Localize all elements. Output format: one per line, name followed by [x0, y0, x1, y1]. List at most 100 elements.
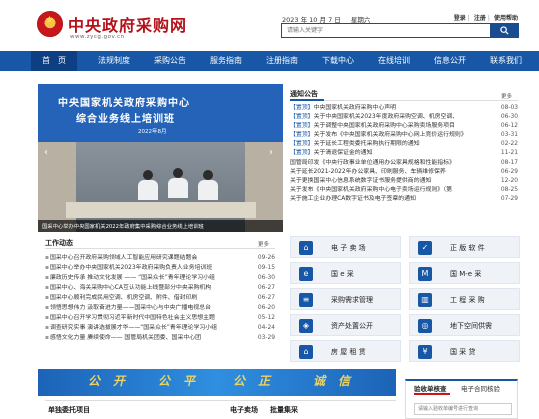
service-tile[interactable]: e国 e 采: [290, 262, 401, 284]
service-tile[interactable]: ◈ 资产处置公开: [290, 314, 401, 336]
service-label: 采购需求管理: [331, 296, 373, 304]
cart-icon: ⌂: [299, 241, 313, 255]
banner-word: 公: [233, 374, 248, 388]
notice-divider-accent: [290, 99, 324, 101]
bullet-icon: ▪: [45, 265, 49, 272]
work-item[interactable]: ▪ 廉政历史传承 推动文化发展 —— “国采众长”青年理论学习小组 06-30: [45, 273, 275, 283]
nav-training[interactable]: 在线培训: [368, 51, 420, 71]
work-item[interactable]: ▪ 国采中心、海关采购中心CA互认功能上线暨部分中央采购机构 06-27: [45, 283, 275, 293]
work-item[interactable]: ▪ 调查研究实事 演讲选拔展才华——“国采众长”青年理论学习小组 04-24: [45, 323, 275, 333]
nav-home[interactable]: 首 页: [31, 51, 77, 71]
work-item-date: 06-20: [257, 305, 275, 312]
slide-person: [198, 170, 218, 200]
service-tile[interactable]: ¥ 国 采 贷: [409, 340, 520, 362]
notice-item[interactable]: 关于延长2021-2022年办公家具、印刷服务、车辆维修保养 06-29: [290, 168, 518, 177]
list-icon: ≡: [299, 293, 313, 307]
service-tile[interactable]: ⌂ 电 子 卖 场: [290, 236, 401, 258]
pinned-tag: 【置顶】: [290, 132, 314, 139]
tab-contract-verify[interactable]: 电子合同核验: [461, 383, 500, 393]
tab-bulk-purchase[interactable]: 批量集采: [270, 405, 298, 415]
pinned-tag: 【置顶】: [290, 114, 314, 121]
work-item[interactable]: ▪ 国采中心召开政府采购领域人工智能应用研究课题结题会 09-26: [45, 253, 275, 263]
work-list: ▪ 国采中心召开政府采购领域人工智能应用研究课题结题会 09-26 ▪ 国采中心举办中央…: [45, 253, 275, 343]
notice-item[interactable]: 国管局印发《中央行政事业单位通用办公家具规格和性能指标》 08-17: [290, 159, 518, 168]
slide-banner-date: 2022年8月: [138, 129, 167, 135]
slider-prev-arrow[interactable]: ‹: [42, 146, 50, 160]
notice-item-date: 03-31: [500, 132, 518, 139]
notice-item[interactable]: 【置顶】关于清退保证金的通知 11-21: [290, 149, 518, 158]
notice-item-date: 08-17: [500, 159, 518, 166]
notice-item-date: 12-20: [500, 177, 518, 184]
work-item-title: 领悟思想伟力 汲取奋进力量——国采中心与中央广播电视总台: [50, 305, 211, 312]
notice-item[interactable]: 关于发布《中央国家机关政府采购中心电子卖场运行规则》（第 08-25: [290, 186, 518, 195]
nav-register-guide[interactable]: 注册指南: [256, 51, 308, 71]
notice-item-text: 关于延长2021-2022年办公家具、印刷服务、车辆维修保养: [290, 168, 480, 177]
search-input[interactable]: [282, 24, 490, 37]
nav-regulations[interactable]: 法规制度: [88, 51, 140, 71]
work-item[interactable]: ▪ 领悟思想伟力 汲取奋进力量——国采中心与中央广播电视总台 06-20: [45, 303, 275, 313]
service-label: 正 版 软 件: [450, 244, 485, 252]
notice-item-date: 08-03: [500, 105, 518, 111]
slide-caption-text: 国采中心举办中央国家机关2022年政府集中采购综合业务线上培训班: [42, 224, 204, 230]
bullet-icon: ▪: [45, 315, 49, 322]
work-item-title: 国采中心、海关采购中心CA互认功能上线暨部分中央采购机构: [50, 285, 212, 292]
service-label: 国 e 采: [331, 270, 354, 278]
notice-more-link[interactable]: 更多: [501, 92, 512, 100]
work-item-date: 09-15: [257, 265, 275, 272]
site-title[interactable]: 中央政府采购网: [68, 12, 187, 36]
notice-item-title: 关于更换国采中心信息系统数字证书服务提供商的通知: [290, 177, 432, 184]
service-tile[interactable]: M 国 M-e 采: [409, 262, 520, 284]
bullet-icon: ▪: [45, 295, 49, 302]
help-link[interactable]: 使用帮助: [494, 15, 518, 22]
work-title: 工作动态: [45, 239, 73, 247]
notice-item[interactable]: 【置顶】关于调整中央国家机关政府采购中心采购卖场服务项目 06-12: [290, 122, 518, 131]
pinned-tag: 【置顶】: [290, 105, 314, 111]
notice-item[interactable]: 关于更换国采中心信息系统数字证书服务提供商的通知 12-20: [290, 177, 518, 186]
search-button[interactable]: [491, 23, 519, 38]
service-label: 房 屋 租 赁: [331, 348, 366, 356]
notice-item[interactable]: 【置顶】关于中央国家机关2023年度政府采购空调、机房空调、 06-30: [290, 113, 518, 122]
register-link[interactable]: 注册: [474, 15, 486, 22]
service-tile[interactable]: ▥ 工 程 采 购: [409, 288, 520, 310]
notice-item-title: 中央国家机关政府采购中心声明: [313, 105, 397, 111]
service-tile[interactable]: ✓ 正 版 软 件: [409, 236, 520, 258]
notice-item-date: 07-29: [500, 195, 518, 202]
acceptance-number-input[interactable]: [414, 403, 512, 415]
service-tile[interactable]: ≡ 采购需求管理: [290, 288, 401, 310]
nav-contact[interactable]: 联系我们: [480, 51, 532, 71]
work-item[interactable]: ▪ 国采中心召开学习贯彻习近平新时代中国特色社会主义思想主题 05-12: [45, 313, 275, 323]
work-item[interactable]: ▪ 国采中心顺利完成民用空调、机房空调、附件、借封印刷 06-27: [45, 293, 275, 303]
nav-service-guide[interactable]: 服务指南: [200, 51, 252, 71]
slider-next-arrow[interactable]: ›: [267, 146, 275, 160]
news-slider[interactable]: 中央国家机关政府采购中心 综合业务线上培训班 2022年8月 国采中心举办中央国…: [38, 84, 283, 232]
tab-mall[interactable]: 电子卖场: [230, 405, 258, 415]
slide-table: [66, 202, 256, 218]
work-more-link[interactable]: 更多: [258, 240, 269, 248]
notice-item-text: 关于施工企业办理CA数字证书及电子签章的通知: [290, 195, 480, 204]
work-item-date: 06-27: [257, 295, 275, 302]
notice-item-text: 【置顶】关于发布《中央国家机关政府采购中心网上竞价运行规则》: [290, 131, 480, 140]
notice-item-date: 11-21: [500, 150, 518, 157]
nav-announcements[interactable]: 采购公告: [144, 51, 196, 71]
work-item-date: 03-29: [257, 335, 275, 342]
notice-item[interactable]: 关于施工企业办理CA数字证书及电子签章的通知 07-29: [290, 195, 518, 204]
top-links: 登录 | 注册 | 使用帮助: [453, 15, 518, 22]
work-item[interactable]: ▪ 国采中心举办中央国家机关2023年政府采购负责人业务培训班 09-15: [45, 263, 275, 273]
notice-item[interactable]: 【置顶】关于延长工程类委托采购执行期限的通知 02-22: [290, 140, 518, 149]
slide-caption[interactable]: 国采中心举办中央国家机关2022年政府集中采购综合业务线上培训班: [38, 220, 283, 232]
nav-downloads[interactable]: 下载中心: [312, 51, 364, 71]
tab-acceptance-check[interactable]: 验收单核查: [414, 383, 447, 393]
nav-disclosure[interactable]: 信息公开: [424, 51, 476, 71]
work-item-title: 国采中心举办中央国家机关2023年政府采购负责人业务培训班: [50, 265, 213, 272]
service-tile[interactable]: ◎ 地下空间供需: [409, 314, 520, 336]
service-tile[interactable]: ⌂ 房 屋 租 赁: [290, 340, 401, 362]
map-icon: ◎: [418, 319, 432, 333]
work-item[interactable]: ▪ 感悟文化力量 赓续使命—— 国管局机关团委、国采中心团 03-29: [45, 333, 275, 343]
building-icon: ▥: [418, 293, 432, 307]
notice-item-date: 06-12: [500, 123, 518, 130]
login-link[interactable]: 登录: [454, 15, 466, 22]
service-label: 地下空间供需: [450, 322, 492, 330]
bullet-icon: ▪: [45, 305, 49, 312]
notice-item[interactable]: 【置顶】中央国家机关政府采购中心声明 08-03: [290, 104, 518, 113]
notice-item[interactable]: 【置顶】关于发布《中央国家机关政府采购中心网上竞价运行规则》 03-31: [290, 131, 518, 140]
